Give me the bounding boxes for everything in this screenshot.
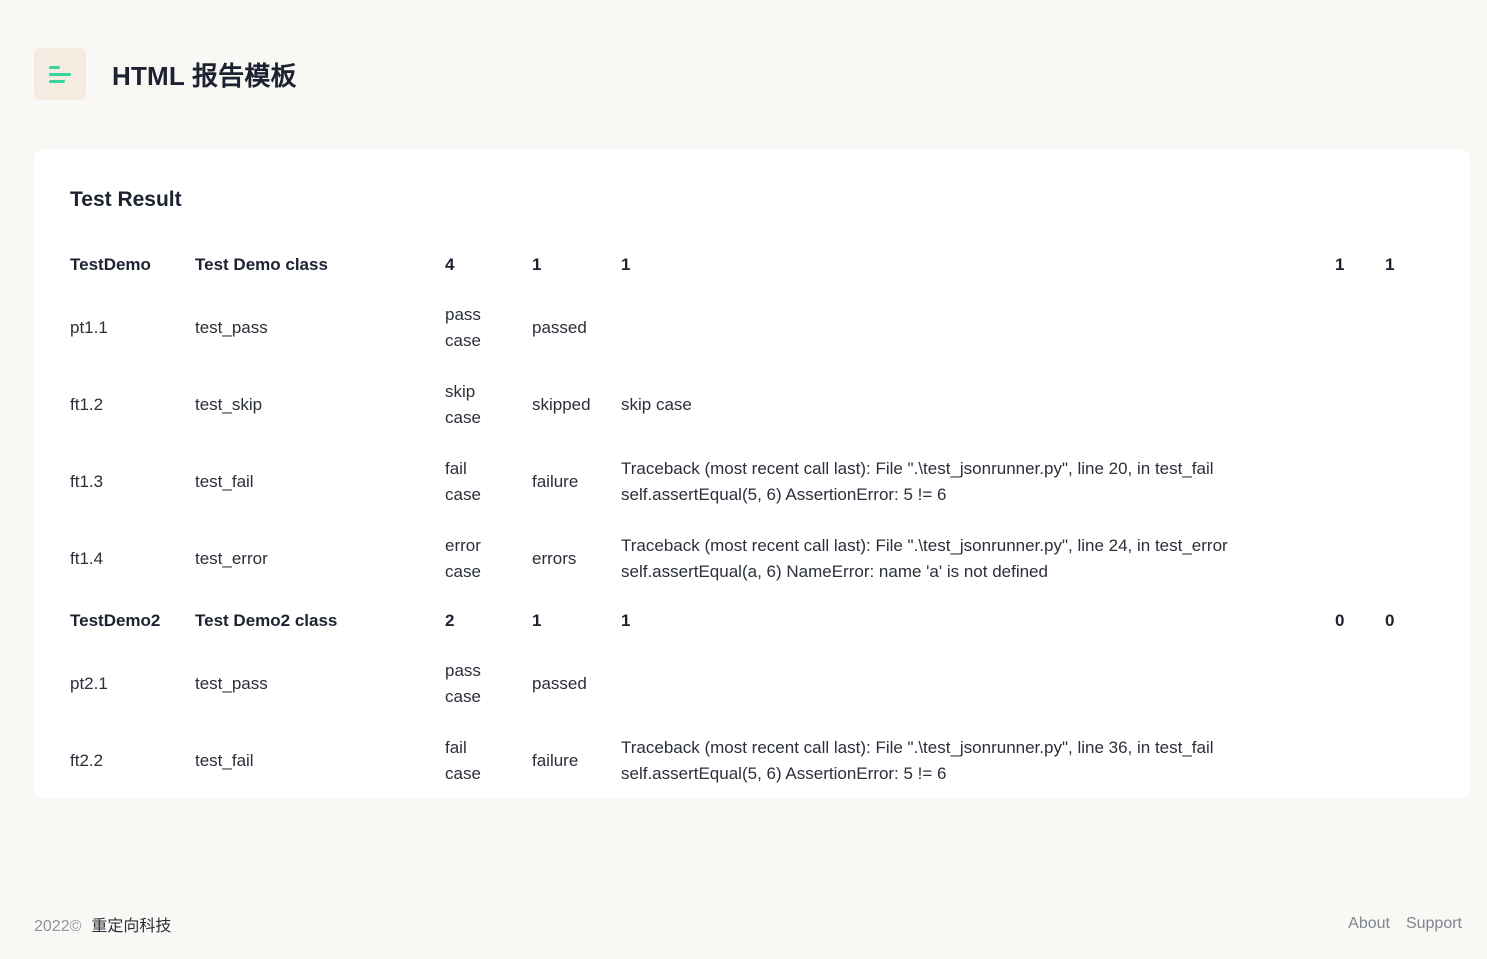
case-message	[621, 289, 1335, 366]
case-message: skip case	[621, 394, 692, 414]
case-description: error case	[445, 535, 481, 581]
group-row: TestDemo2 Test Demo2 class 2 1 1 0 0	[70, 597, 1440, 645]
case-name: test_fail	[195, 750, 254, 770]
footer: 2022© 重定向科技 About Support	[34, 913, 1462, 935]
footer-links: About Support	[1332, 915, 1462, 933]
group-row: TestDemo Test Demo class 4 1 1 1 1	[70, 241, 1440, 289]
case-id: ft2.2	[70, 750, 104, 770]
case-status: skipped	[532, 394, 591, 414]
group-skip: 0	[1385, 611, 1395, 630]
card-title: Test Result	[70, 188, 182, 211]
case-id: pt1.1	[70, 317, 108, 337]
company-name: 重定向科技	[91, 918, 172, 935]
case-row: ft1.4 test_error error case errors Trace…	[70, 520, 1440, 597]
group-pass: 1	[532, 611, 542, 630]
group-description: Test Demo class	[195, 255, 328, 274]
case-name: test_pass	[195, 317, 268, 337]
group-error: 0	[1335, 611, 1345, 630]
footer-copyright: 2022© 重定向科技	[34, 912, 171, 936]
case-row: ft1.2 test_skip skip case skipped skip c…	[70, 366, 1440, 443]
test-result-card: Test Result TestDemo Test Demo class 4 1…	[34, 149, 1470, 798]
header-bar: HTML 报告模板	[34, 47, 1453, 101]
group-error: 1	[1335, 255, 1345, 274]
group-description: Test Demo2 class	[195, 611, 338, 630]
page-title: HTML 报告模板	[112, 60, 297, 91]
case-description: skip case	[445, 381, 481, 427]
case-status: failure	[532, 471, 579, 491]
group-name: TestDemo2	[70, 611, 161, 630]
group-fail: 1	[621, 255, 631, 274]
case-name: test_error	[195, 548, 268, 568]
results-table: TestDemo Test Demo class 4 1 1 1 1 pt1.1…	[70, 241, 1440, 799]
menu-lines-icon[interactable]	[34, 48, 86, 100]
case-description: fail case	[445, 737, 481, 783]
group-fail: 1	[621, 611, 631, 630]
copyright-year: 2022©	[34, 918, 82, 935]
case-row: ft1.3 test_fail fail case failure Traceb…	[70, 443, 1440, 520]
case-description: pass case	[445, 660, 481, 706]
case-name: test_skip	[195, 394, 263, 414]
case-message	[621, 645, 1335, 722]
support-link[interactable]: Support	[1406, 915, 1462, 932]
case-id: ft1.4	[70, 548, 104, 568]
case-row: pt1.1 test_pass pass case passed	[70, 289, 1440, 366]
group-count: 4	[445, 255, 455, 274]
case-message: Traceback (most recent call last): File …	[621, 458, 1214, 504]
case-message: Traceback (most recent call last): File …	[621, 535, 1228, 581]
case-name: test_pass	[195, 673, 268, 693]
group-count: 2	[445, 611, 455, 630]
case-id: pt2.1	[70, 673, 108, 693]
group-name: TestDemo	[70, 255, 151, 274]
about-link[interactable]: About	[1348, 915, 1390, 932]
case-description: pass case	[445, 304, 481, 350]
group-skip: 1	[1385, 255, 1395, 274]
case-name: test_fail	[195, 471, 254, 491]
case-row: ft2.2 test_fail fail case failure Traceb…	[70, 722, 1440, 799]
case-status: passed	[532, 317, 587, 337]
case-status: passed	[532, 673, 587, 693]
case-id: ft1.2	[70, 394, 104, 414]
case-description: fail case	[445, 458, 481, 504]
case-status: failure	[532, 750, 579, 770]
group-pass: 1	[532, 255, 542, 274]
case-id: ft1.3	[70, 471, 104, 491]
case-status: errors	[532, 548, 577, 568]
case-message: Traceback (most recent call last): File …	[621, 737, 1214, 783]
case-row: pt2.1 test_pass pass case passed	[70, 645, 1440, 722]
